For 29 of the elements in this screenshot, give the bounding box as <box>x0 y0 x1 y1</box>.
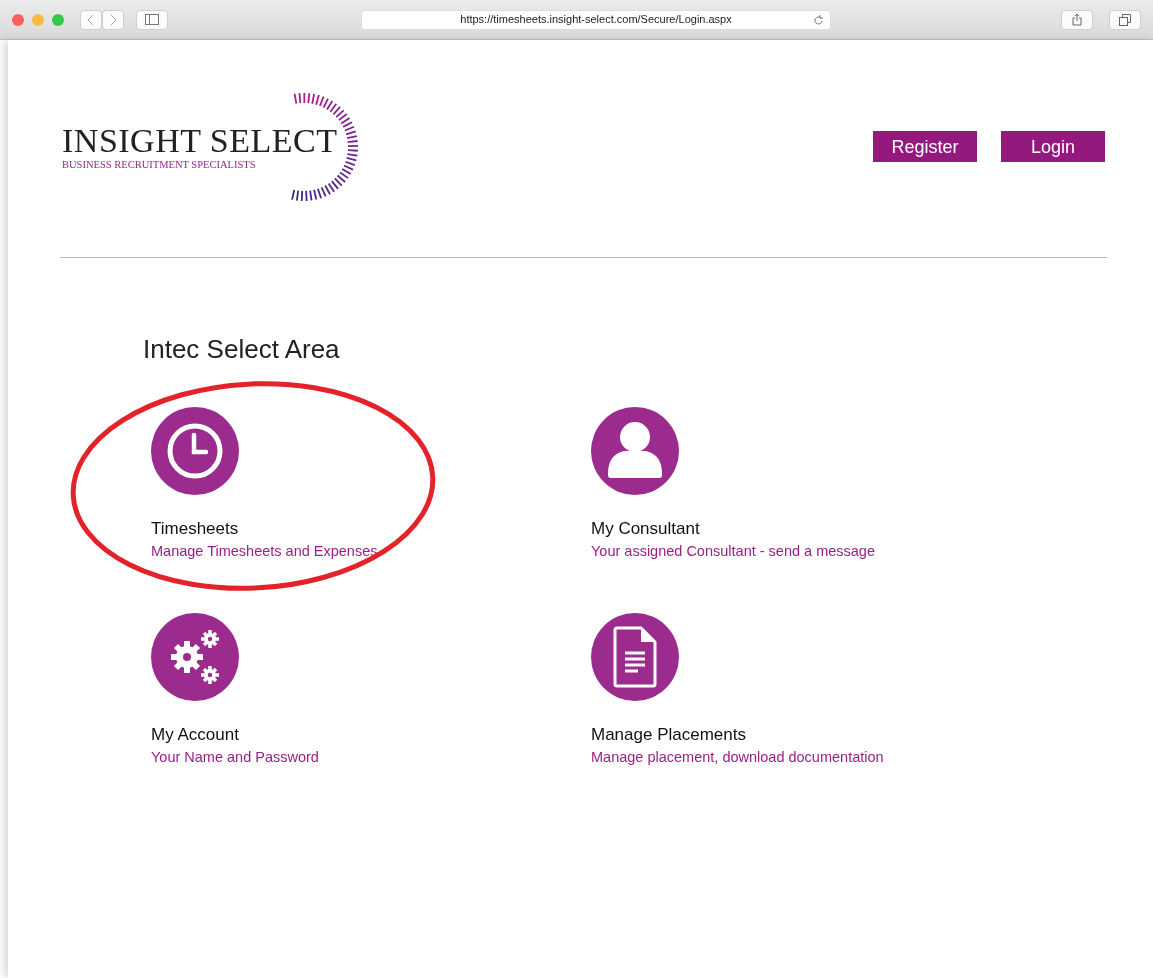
tabs-icon <box>1119 13 1131 26</box>
logo-wordmark: INSIGHT SELECT <box>62 123 338 158</box>
register-button[interactable]: Register <box>873 131 977 162</box>
tile-description[interactable]: Your Name and Password <box>151 747 583 768</box>
tile-description[interactable]: Manage placement, download documentation <box>591 747 1023 768</box>
tile-title[interactable]: My Consultant <box>591 519 1023 540</box>
tile-description[interactable]: Manage Timesheets and Expenses <box>151 541 583 562</box>
sidebar-button[interactable] <box>136 9 168 30</box>
logo-tagline: BUSINESS RECRUITMENT SPECIALISTS <box>62 159 257 171</box>
document-icon <box>612 626 658 689</box>
back-button[interactable] <box>80 9 102 30</box>
tile-title[interactable]: My Account <box>151 725 583 746</box>
address-bar[interactable]: https://timesheets.insight-select.com/Secure/Login.aspx <box>361 9 831 30</box>
forward-button[interactable] <box>102 9 124 30</box>
url-text: https://timesheets.insight-select.com/Secure/Login.aspx <box>460 12 732 28</box>
close-button[interactable] <box>12 13 24 26</box>
reload-icon[interactable] <box>814 14 824 26</box>
back-icon <box>87 13 95 26</box>
zoom-button[interactable] <box>52 13 64 26</box>
tabs-button[interactable] <box>1109 9 1141 30</box>
tile-title[interactable]: Manage Placements <box>591 725 1023 746</box>
forward-icon <box>109 13 117 26</box>
tile-description[interactable]: Your assigned Consultant - send a message <box>591 541 1023 562</box>
share-icon <box>1072 13 1082 26</box>
login-button[interactable]: Login <box>1001 131 1105 162</box>
tile-title[interactable]: Timesheets <box>151 519 583 540</box>
sidebar-icon <box>145 14 159 25</box>
section-heading: Intec Select Area <box>143 334 341 366</box>
share-button[interactable] <box>1061 9 1093 30</box>
